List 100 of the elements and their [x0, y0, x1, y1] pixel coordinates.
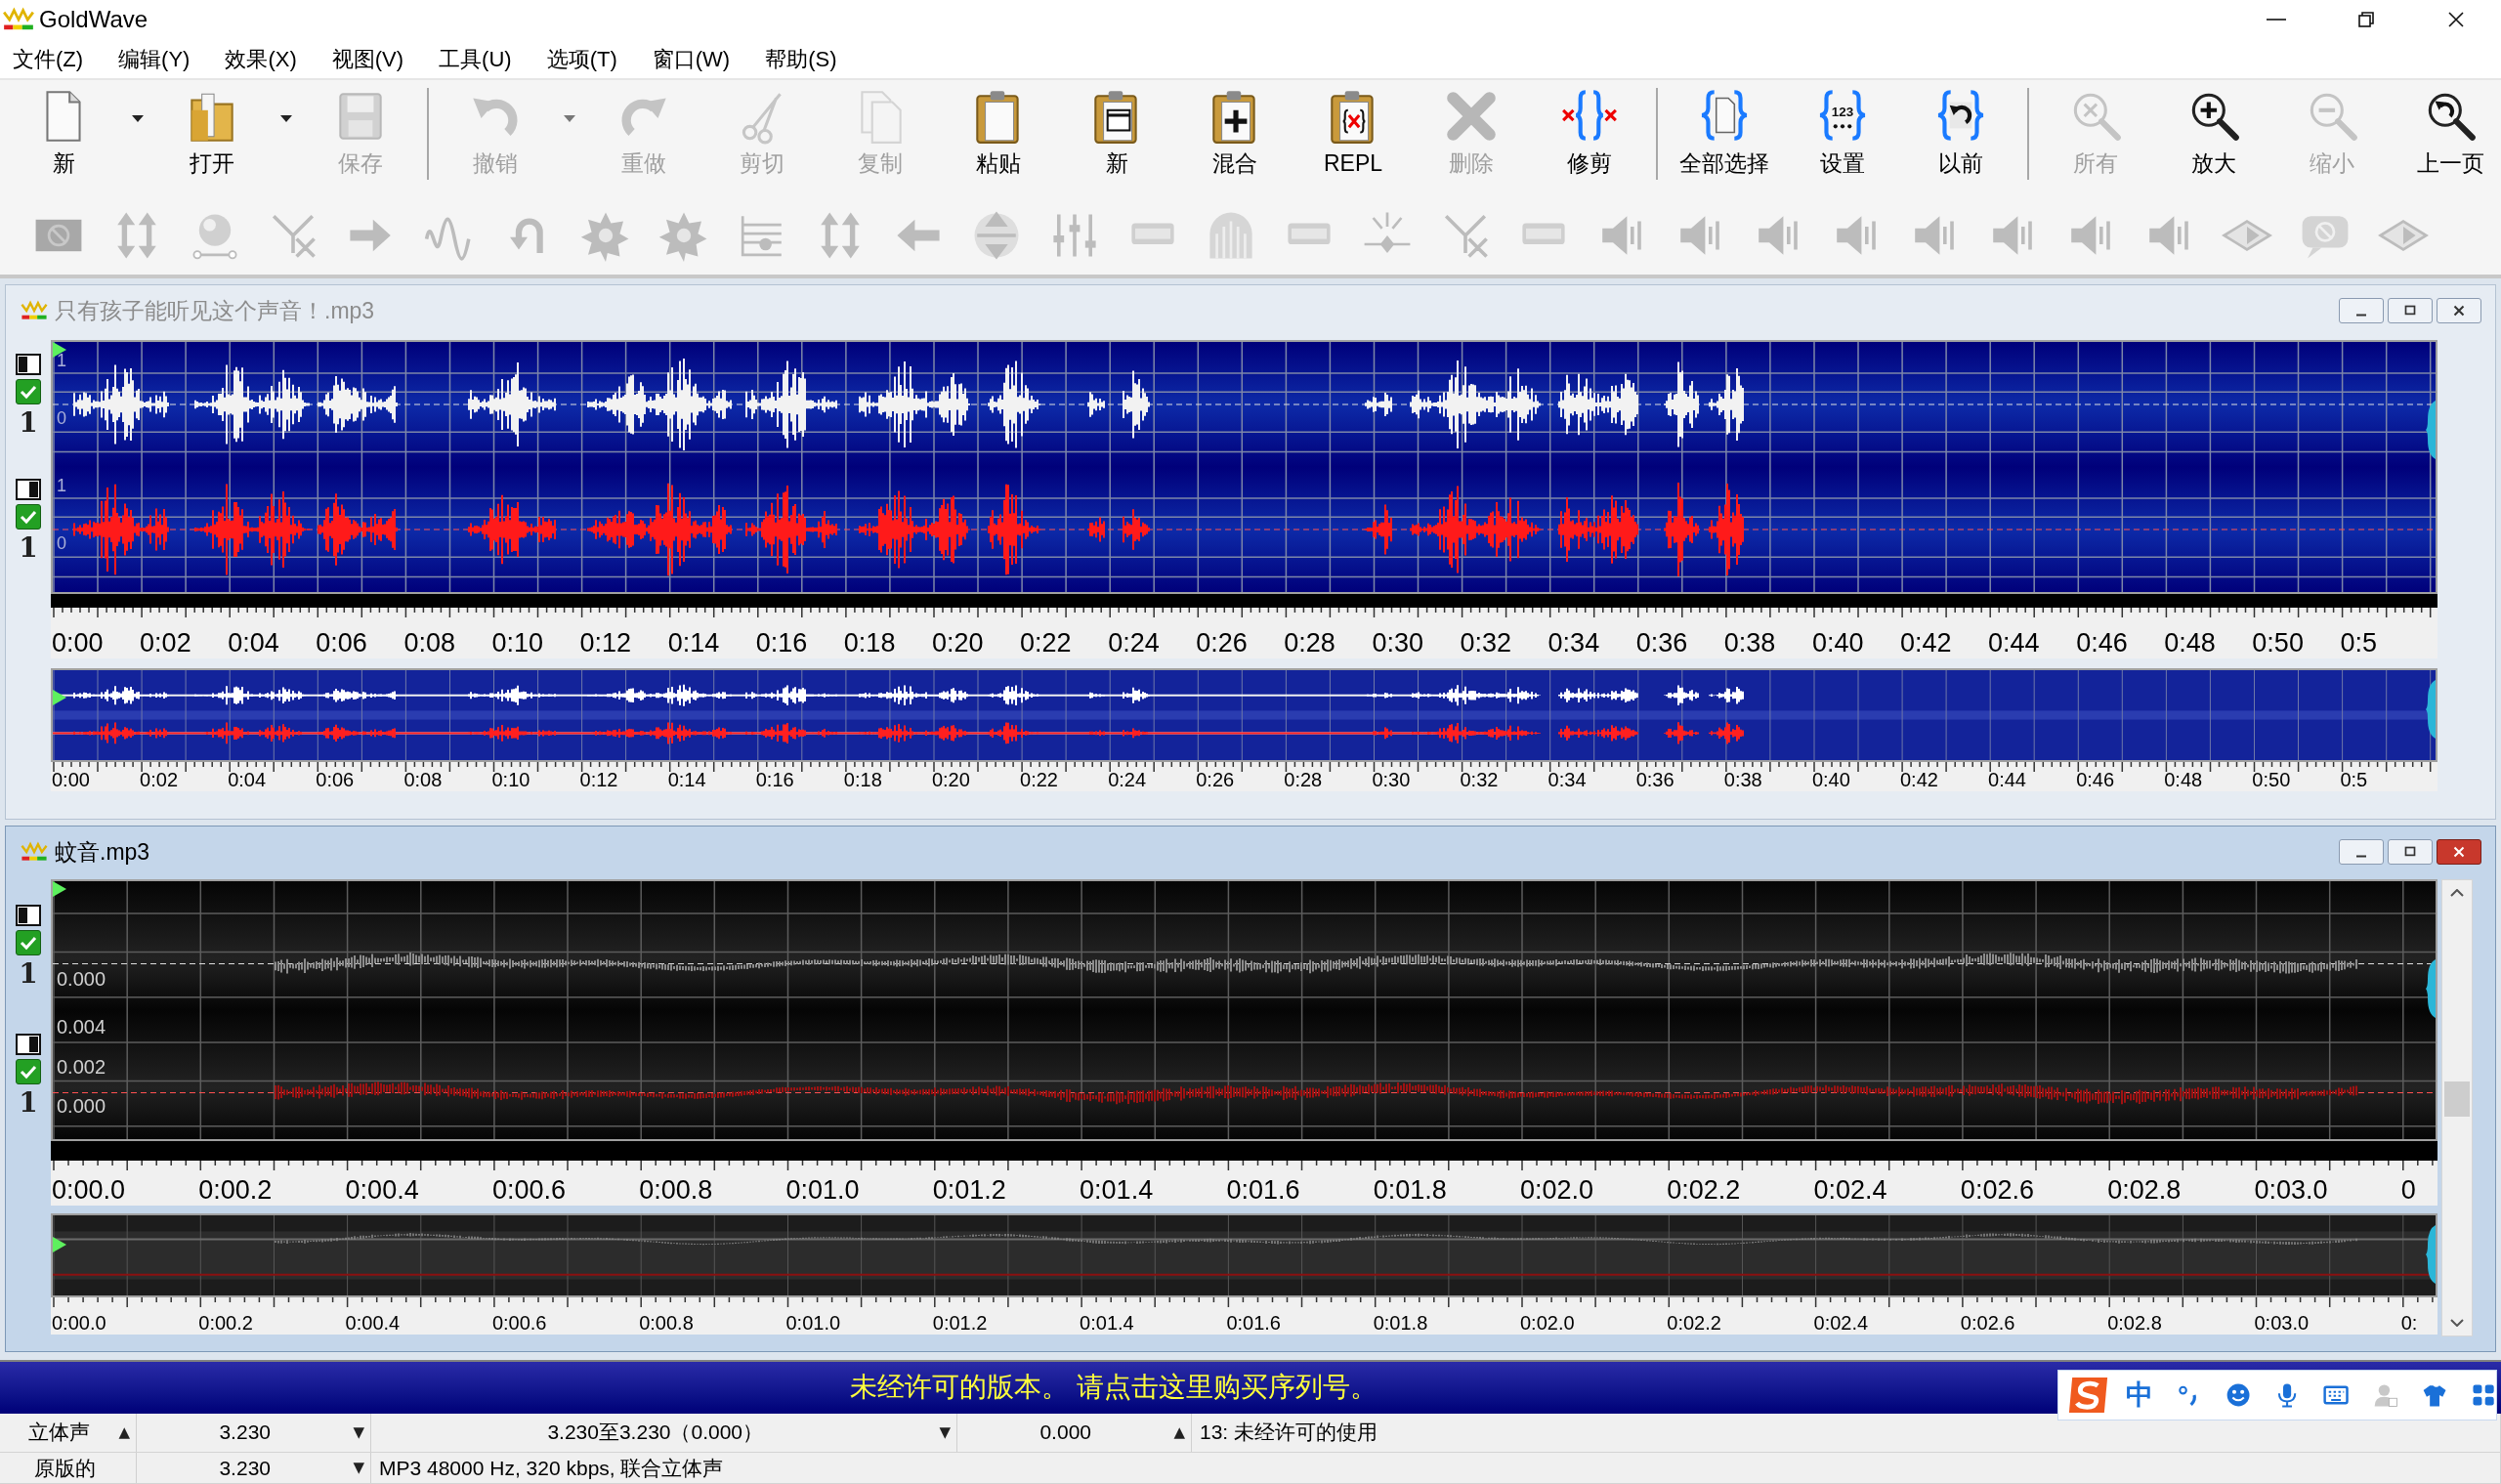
minimize-icon [2267, 19, 2286, 21]
selection-marker-icon [2426, 1225, 2436, 1284]
status-text: 原版的 [33, 1455, 97, 1481]
toolbar-button[interactable]: 放大 [2158, 86, 2269, 188]
time-label: 0:10 [491, 770, 531, 789]
close-button[interactable] [2437, 839, 2481, 865]
time-label: 0:02.0 [1519, 1177, 1595, 1204]
time-label: 0:20 [931, 770, 971, 789]
channel-toggle-icon[interactable] [16, 479, 41, 500]
toolbar-button[interactable]: 新 [8, 86, 119, 188]
time-label: 0:01.2 [932, 1177, 1007, 1204]
play-marker-icon [53, 1237, 66, 1252]
time-label: 0:01.8 [1373, 1177, 1448, 1204]
toolbar-button[interactable]: 以前 [1905, 86, 2016, 188]
menu-item[interactable]: 帮助(S) [754, 42, 848, 75]
time-label: 0:12 [579, 630, 633, 657]
ime-mode-toggle[interactable]: 中 [2126, 1380, 2153, 1409]
time-label: 0:01.0 [785, 1313, 842, 1333]
toolbar-button[interactable]: 混合 [1179, 86, 1291, 188]
time-label: 0 [2400, 1177, 2416, 1204]
time-label: 0:02.2 [1667, 1177, 1742, 1204]
dropdown-arrow[interactable]: ▲ [1173, 1424, 1185, 1440]
selection-marker-icon [2426, 959, 2436, 1018]
scale-label: 0 [57, 409, 66, 428]
time-label: 0:00.2 [198, 1313, 254, 1333]
time-label: 0:44 [1988, 770, 2027, 789]
toolbar-button[interactable]: 上一页 [2395, 86, 2501, 188]
time-label: 0:38 [1723, 630, 1777, 657]
time-label: 0:00 [52, 770, 91, 789]
toolbar-button[interactable]: 新 [1061, 86, 1172, 188]
menu-item[interactable]: 视图(V) [320, 42, 415, 75]
menu-item[interactable]: 选项(T) [535, 42, 628, 75]
channel-toggle-icon[interactable] [16, 1034, 41, 1055]
channel-toggle-icon[interactable] [16, 905, 41, 926]
time-label: 0:14 [667, 770, 707, 789]
time-label: 0:40 [1811, 770, 1851, 789]
time-label: 0:02.8 [2107, 1313, 2163, 1333]
time-label: 0:03.0 [2254, 1177, 2329, 1204]
time-label: 0:28 [1284, 630, 1336, 657]
scale-label: 0 [57, 534, 66, 553]
time-label: 0:01.2 [932, 1313, 989, 1333]
scale-label: 0.000 [57, 968, 106, 989]
toolbar-button[interactable]: 全部选择 [1669, 86, 1780, 188]
document-title: 只有孩子能听见这个声音！.mp3 [55, 296, 375, 325]
time-label: 0:48 [2164, 770, 2204, 789]
time-label: 0:24 [1108, 770, 1148, 789]
selection-marker-icon [2426, 401, 2436, 459]
maximize-button[interactable] [2388, 298, 2433, 323]
time-label: 0:00.4 [345, 1313, 402, 1333]
time-label: 0:48 [2164, 630, 2217, 657]
unregistered-notice-link[interactable]: 未经许可的版本。 请点击这里购买序列号。 [850, 1367, 1378, 1408]
dropdown-arrow[interactable]: ▼ [353, 1424, 364, 1440]
time-label: 0:00 [52, 630, 105, 657]
time-label: 0:38 [1723, 770, 1763, 789]
menu-item[interactable]: 编辑(Y) [107, 42, 201, 75]
close-button[interactable] [2437, 298, 2481, 323]
maximize-button[interactable] [2388, 839, 2433, 865]
chevron-up-icon [2450, 889, 2464, 897]
dropdown-arrow[interactable]: ▼ [353, 1460, 364, 1475]
time-label: 0:01.4 [1080, 1313, 1135, 1333]
toolbar-button[interactable]: 粘贴 [943, 86, 1054, 188]
channel-checkbox[interactable] [16, 1059, 41, 1084]
channel-toggle-icon[interactable] [16, 354, 41, 375]
time-label: 0: [2400, 1313, 2418, 1333]
time-label: 0:12 [579, 770, 619, 789]
time-label: 0:18 [843, 770, 883, 789]
time-label: 0:14 [667, 630, 721, 657]
scale-label: 1 [57, 477, 66, 495]
menu-item[interactable]: 窗口(W) [641, 42, 742, 75]
toolbar-button[interactable]: REPL [1297, 86, 1409, 188]
menu-item[interactable]: 工具(U) [428, 42, 523, 75]
time-label: 0:44 [1988, 630, 2041, 657]
toolbar-button[interactable]: 打开 [156, 86, 268, 188]
channel-checkbox[interactable] [16, 504, 41, 530]
menu-item[interactable]: 文件(Z) [2, 42, 95, 75]
scroll-thumb[interactable] [2444, 1081, 2470, 1117]
scale-label: 0.004 [57, 1016, 106, 1037]
dropdown-arrow[interactable]: ▼ [939, 1424, 951, 1440]
channel-checkbox[interactable] [16, 930, 41, 955]
time-label: 0:5 [2340, 630, 2377, 657]
time-label: 0:26 [1196, 770, 1236, 789]
toolbar-button[interactable]: 修剪 [1534, 86, 1645, 188]
scrollbar[interactable] [2441, 879, 2473, 1336]
time-label: 0:24 [1108, 630, 1161, 657]
toolbar-button[interactable]: 123 设置 [1787, 86, 1898, 188]
minimize-icon [2354, 854, 2368, 858]
time-label: 0:00.8 [639, 1177, 714, 1204]
dropdown-arrow[interactable]: ▲ [118, 1424, 130, 1440]
channel-checkbox[interactable] [16, 379, 41, 404]
time-label: 0:28 [1284, 770, 1324, 789]
time-label: 0:26 [1196, 630, 1249, 657]
time-label: 0:02 [140, 630, 192, 657]
selection-marker-icon [2426, 680, 2436, 739]
time-label: 0:00.8 [639, 1313, 695, 1333]
time-label: 0:02.2 [1667, 1313, 1722, 1333]
time-label: 0:32 [1460, 770, 1500, 789]
menu-item[interactable]: 效果(X) [214, 42, 308, 75]
close-icon [2446, 10, 2466, 29]
time-label: 0:36 [1635, 630, 1689, 657]
document-title: 蚊音.mp3 [55, 837, 150, 867]
